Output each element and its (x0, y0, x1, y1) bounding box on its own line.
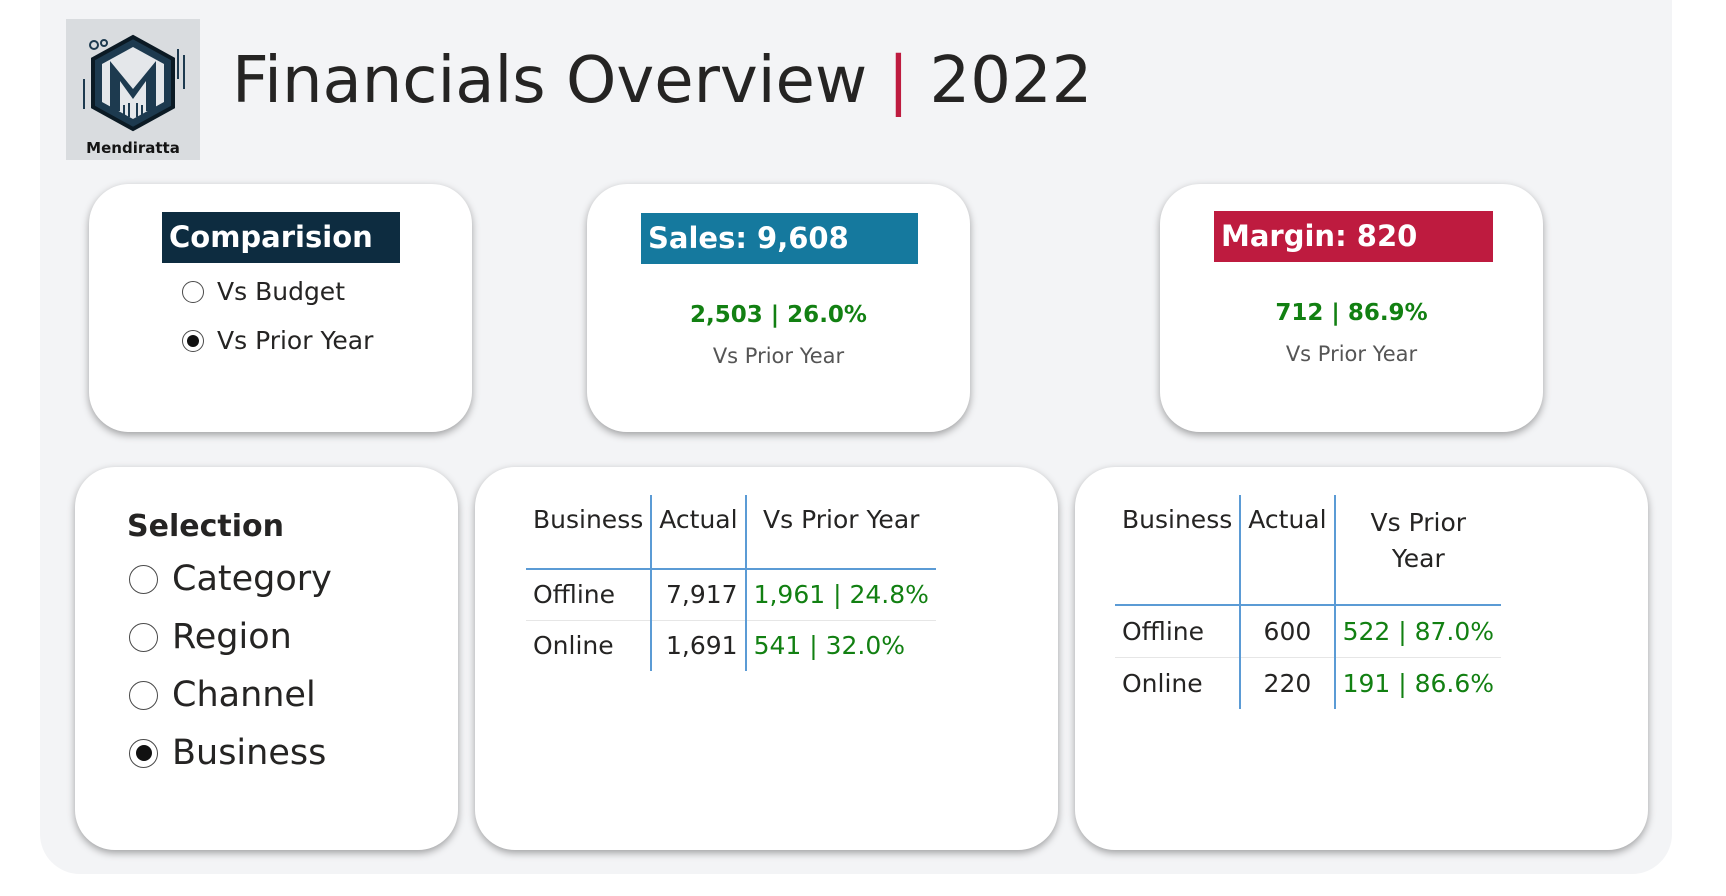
cell-business: Offline (526, 569, 653, 620)
cell-actual: 7,917 (651, 569, 747, 620)
cell-vs-prior-year: 191 | 86.6% (1342, 668, 1495, 698)
table-row: Online 220 191 | 86.6% (1115, 657, 1501, 709)
sales-table-card: Business Actual Vs Prior Year Offline 7,… (475, 467, 1058, 850)
radio-circle-selected[interactable] (182, 329, 204, 352)
sales-kpi-card: Sales: 9,608 2,503 | 26.0% Vs Prior Year (587, 184, 970, 432)
radio-circle[interactable] (182, 280, 204, 303)
column-header-actual[interactable]: Actual (651, 495, 747, 569)
sales-kpi-subtitle: Vs Prior Year (712, 344, 845, 368)
radio-business[interactable]: Business (129, 733, 326, 773)
radio-circle[interactable] (129, 622, 158, 652)
radio-vs-budget[interactable]: Vs Budget (182, 277, 345, 306)
table-header-row: Business Actual Vs Prior Year (1115, 495, 1502, 605)
company-logo: Mendiratta (66, 19, 200, 160)
radio-label: Region (172, 617, 292, 657)
title-text: Financials Overview (232, 44, 868, 118)
cell-business: Online (526, 620, 653, 671)
table-row: Offline 600 522 | 87.0% (1115, 605, 1502, 657)
radio-circle-selected[interactable] (129, 738, 158, 768)
margin-kpi-subtitle: Vs Prior Year (1285, 342, 1418, 366)
sales-matrix-table: Business Actual Vs Prior Year Offline 7,… (526, 495, 936, 671)
comparison-banner: Comparision (162, 212, 400, 263)
column-header-actual[interactable]: Actual (1240, 495, 1336, 605)
radio-label: Vs Budget (217, 277, 345, 306)
cell-business: Offline (1115, 605, 1242, 657)
margin-kpi-value: 712 | 86.9% (1275, 300, 1428, 326)
radio-circle[interactable] (129, 564, 158, 594)
radio-label: Channel (172, 675, 316, 715)
cell-actual: 220 (1240, 657, 1336, 709)
table-row: Online 1,691 541 | 32.0% (526, 620, 936, 671)
radio-label: Business (172, 733, 327, 773)
cell-vs-prior-year: 541 | 32.0% (753, 631, 906, 661)
table-header-row: Business Actual Vs Prior Year (526, 495, 936, 569)
comparison-card: Comparision Vs Budget Vs Prior Year (89, 184, 472, 432)
radio-region[interactable]: Region (129, 617, 292, 657)
radio-label: Vs Prior Year (217, 326, 374, 355)
cell-vs-prior-year: 1,961 | 24.8% (753, 580, 929, 610)
margin-table-card: Business Actual Vs Prior Year Offline 60… (1075, 467, 1648, 850)
title-separator: | (887, 44, 910, 118)
column-header-business[interactable]: Business (1115, 495, 1242, 605)
sales-kpi-value: 2,503 | 26.0% (690, 302, 867, 328)
margin-banner: Margin: 820 (1214, 211, 1493, 262)
column-header-vs-prior-year[interactable]: Vs Prior Year (746, 495, 936, 569)
column-header-vs-prior-year[interactable]: Vs Prior Year (1335, 495, 1501, 605)
table-row: Offline 7,917 1,961 | 24.8% (526, 569, 936, 620)
margin-kpi-card: Margin: 820 712 | 86.9% Vs Prior Year (1160, 184, 1543, 432)
sales-banner: Sales: 9,608 (641, 213, 918, 264)
cell-actual: 1,691 (651, 620, 747, 671)
margin-matrix-table: Business Actual Vs Prior Year Offline 60… (1115, 495, 1502, 709)
selection-card: Selection Category Region Channel Busine… (75, 467, 458, 850)
logo-text: Mendiratta (86, 139, 180, 157)
radio-category[interactable]: Category (129, 559, 332, 599)
selection-title: Selection (127, 509, 284, 544)
column-header-business[interactable]: Business (526, 495, 653, 569)
radio-channel[interactable]: Channel (129, 675, 316, 715)
radio-circle[interactable] (129, 680, 158, 710)
cell-vs-prior-year: 522 | 87.0% (1342, 616, 1495, 646)
radio-vs-prior-year[interactable]: Vs Prior Year (182, 326, 373, 355)
radio-label: Category (172, 559, 332, 599)
title-year: 2022 (929, 44, 1093, 118)
page-title: Financials Overview | 2022 (232, 38, 1092, 124)
cell-business: Online (1115, 657, 1242, 709)
cell-actual: 600 (1240, 605, 1336, 657)
